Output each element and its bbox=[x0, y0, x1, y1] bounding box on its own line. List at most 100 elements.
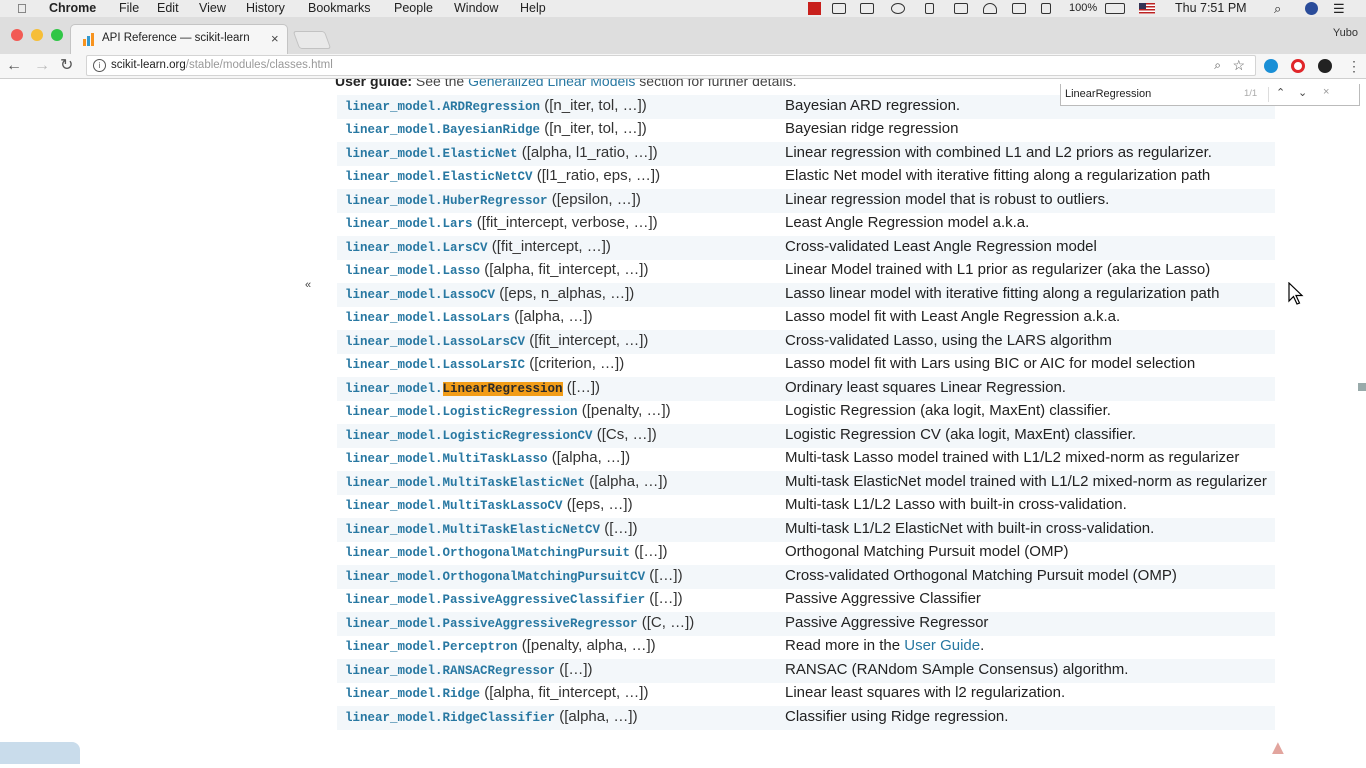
class-link[interactable]: linear_model.LarsCV bbox=[345, 241, 488, 255]
notification-center-icon[interactable]: ☰ bbox=[1333, 1, 1345, 16]
tab-api-reference[interactable]: API Reference — scikit-learn × bbox=[70, 24, 288, 54]
class-name: Perceptron bbox=[442, 640, 518, 654]
class-link[interactable]: linear_model.PassiveAggressiveClassifier bbox=[345, 593, 645, 607]
menu-bookmarks[interactable]: Bookmarks bbox=[308, 1, 371, 16]
class-link[interactable]: linear_model.PassiveAggressiveRegressor bbox=[345, 617, 638, 631]
opera-extension-icon[interactable] bbox=[1291, 59, 1305, 73]
tab-close-icon[interactable]: × bbox=[271, 31, 279, 46]
site-info-icon[interactable]: i bbox=[93, 59, 106, 72]
find-previous-button[interactable]: ⌃ bbox=[1276, 86, 1285, 99]
find-next-button[interactable]: ⌄ bbox=[1298, 86, 1307, 99]
class-link[interactable]: linear_model.MultiTaskLassoCV bbox=[345, 499, 563, 513]
class-link[interactable]: linear_model.Lasso bbox=[345, 264, 480, 278]
menu-edit[interactable]: Edit bbox=[157, 1, 179, 16]
menu-file[interactable]: File bbox=[119, 1, 139, 16]
class-description-cell: Linear regression model that is robust t… bbox=[785, 189, 1275, 213]
volume-icon[interactable] bbox=[1041, 3, 1051, 14]
class-link[interactable]: linear_model.LinearRegression bbox=[345, 381, 563, 396]
api-class-table: linear_model.ARDRegression ([n_iter, tol… bbox=[337, 95, 1275, 730]
class-link[interactable]: linear_model.ElasticNet bbox=[345, 147, 518, 161]
class-args: ([alpha, …]) bbox=[547, 449, 631, 466]
status-tray-red-icon[interactable] bbox=[808, 2, 821, 15]
class-link[interactable]: linear_model.BayesianRidge bbox=[345, 123, 540, 137]
window-minimize-button[interactable] bbox=[31, 29, 43, 41]
class-name: MultiTaskElasticNet bbox=[442, 475, 586, 490]
chrome-menu-icon[interactable]: ⋮ bbox=[1347, 56, 1361, 76]
class-args: ([alpha, …]) bbox=[585, 472, 668, 490]
scrollbar-marker[interactable] bbox=[1358, 383, 1366, 391]
apple-menu-icon[interactable]:  bbox=[17, 1, 27, 16]
profile-button[interactable]: Yubo bbox=[1333, 27, 1358, 39]
battery-percent: 100% bbox=[1069, 2, 1098, 14]
table-row: linear_model.BayesianRidge ([n_iter, tol… bbox=[337, 119, 1275, 143]
class-link[interactable]: linear_model.LassoCV bbox=[345, 288, 495, 302]
bookmark-star-icon[interactable]: ☆ bbox=[1232, 57, 1245, 74]
input-source-flag-icon[interactable] bbox=[1139, 3, 1155, 14]
class-link[interactable]: linear_model.RANSACRegressor bbox=[345, 664, 555, 678]
class-link[interactable]: linear_model.MultiTaskElasticNetCV bbox=[345, 523, 600, 537]
class-name: PassiveAggressiveRegressor bbox=[442, 616, 638, 631]
class-description: Cross-validated Lasso, using the LARS al… bbox=[785, 331, 1112, 349]
class-link[interactable]: linear_model.LassoLarsIC bbox=[345, 358, 525, 372]
class-link[interactable]: linear_model.MultiTaskElasticNet bbox=[345, 476, 585, 490]
sidebar-collapse-icon[interactable]: « bbox=[305, 279, 311, 291]
address-bar[interactable]: i scikit-learn.org/stable/modules/classe… bbox=[86, 55, 1256, 76]
class-link[interactable]: linear_model.RidgeClassifier bbox=[345, 711, 555, 725]
class-link[interactable]: linear_model.Ridge bbox=[345, 687, 480, 701]
airplay-icon[interactable] bbox=[1012, 3, 1026, 14]
class-link[interactable]: linear_model.LassoLarsCV bbox=[345, 335, 525, 349]
class-signature-cell: linear_model.LassoLarsCV ([fit_intercept… bbox=[337, 330, 785, 354]
find-input[interactable] bbox=[1065, 87, 1240, 101]
menu-app-chrome[interactable]: Chrome bbox=[49, 1, 96, 16]
time-machine-icon[interactable] bbox=[891, 3, 905, 14]
class-link[interactable]: linear_model.OrthogonalMatchingPursuitCV bbox=[345, 570, 645, 584]
class-link[interactable]: linear_model.LogisticRegressionCV bbox=[345, 429, 593, 443]
dropbox-icon[interactable] bbox=[832, 3, 846, 14]
back-button[interactable]: ← bbox=[6, 56, 22, 76]
class-args: ([alpha, fit_intercept, …]) bbox=[480, 261, 649, 278]
class-link[interactable]: linear_model.ARDRegression bbox=[345, 100, 540, 114]
class-link[interactable]: linear_model.OrthogonalMatchingPursuit bbox=[345, 546, 630, 560]
module-prefix: linear_model. bbox=[345, 475, 443, 490]
menu-history[interactable]: History bbox=[246, 1, 285, 16]
find-close-button[interactable]: × bbox=[1323, 86, 1329, 98]
class-description: Elastic Net model with iterative fitting… bbox=[785, 167, 1211, 184]
class-description-cell: Cross-validated Least Angle Regression m… bbox=[785, 236, 1275, 260]
class-description: Classifier using Ridge regression. bbox=[785, 707, 1009, 725]
class-signature-cell: linear_model.ARDRegression ([n_iter, tol… bbox=[337, 95, 785, 119]
class-name: OrthogonalMatchingPursuit bbox=[442, 546, 631, 560]
class-link[interactable]: linear_model.MultiTaskLasso bbox=[345, 452, 548, 466]
class-name: LassoLarsIC bbox=[442, 358, 526, 372]
description-link[interactable]: User Guide bbox=[904, 637, 980, 654]
siri-icon[interactable] bbox=[1305, 2, 1318, 15]
window-close-button[interactable] bbox=[11, 29, 23, 41]
class-name: LogisticRegressionCV bbox=[442, 428, 593, 443]
chat-icon[interactable] bbox=[860, 3, 874, 14]
url-text[interactable]: scikit-learn.org/stable/modules/classes.… bbox=[111, 59, 333, 71]
bluetooth-icon[interactable] bbox=[925, 3, 934, 14]
forward-button[interactable]: → bbox=[34, 56, 50, 76]
menu-window[interactable]: Window bbox=[454, 1, 498, 16]
menu-people[interactable]: People bbox=[394, 1, 433, 16]
battery-icon[interactable] bbox=[1105, 3, 1125, 14]
user-guide-link[interactable]: Generalized Linear Models bbox=[468, 79, 635, 89]
wifi-icon[interactable] bbox=[983, 3, 997, 14]
class-description-cell: Multi-task L1/L2 ElasticNet with built-i… bbox=[785, 518, 1275, 542]
spotlight-search-icon[interactable]: ⌕ bbox=[1274, 1, 1281, 16]
extension-dark-icon[interactable] bbox=[1318, 59, 1332, 73]
keyboard-icon[interactable] bbox=[954, 3, 968, 14]
menu-view[interactable]: View bbox=[199, 1, 226, 16]
class-link[interactable]: linear_model.Perceptron bbox=[345, 640, 518, 654]
menu-clock[interactable]: Thu 7:51 PM bbox=[1175, 1, 1247, 16]
reload-button[interactable]: ↻ bbox=[60, 56, 73, 76]
class-link[interactable]: linear_model.ElasticNetCV bbox=[345, 170, 533, 184]
zoom-icon[interactable]: ⌕ bbox=[1214, 58, 1221, 73]
class-link[interactable]: linear_model.Lars bbox=[345, 217, 473, 231]
window-zoom-button[interactable] bbox=[51, 29, 63, 41]
extension-blue-icon[interactable] bbox=[1264, 59, 1278, 73]
menu-help[interactable]: Help bbox=[520, 1, 546, 16]
class-link[interactable]: linear_model.HuberRegressor bbox=[345, 194, 548, 208]
class-link[interactable]: linear_model.LogisticRegression bbox=[345, 405, 578, 419]
class-link[interactable]: linear_model.LassoLars bbox=[345, 311, 510, 325]
new-tab-button[interactable] bbox=[292, 31, 332, 49]
